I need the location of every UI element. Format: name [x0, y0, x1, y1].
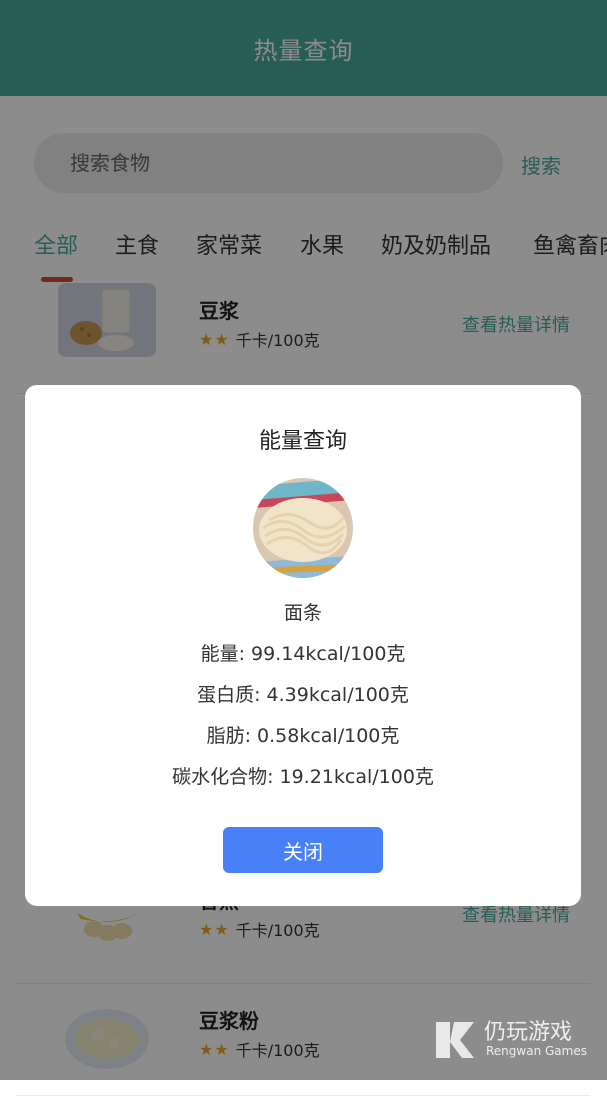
food-name: 面条: [283, 602, 322, 624]
protein-value: 蛋白质: 4.39kcal/100克: [197, 684, 409, 706]
energy-dialog: 能量查询 面条 能量: 99.14kcal/100克 蛋白质: 4.39kcal…: [25, 385, 581, 906]
fat-value: 脂肪: 0.58kcal/100克: [206, 725, 400, 747]
dialog-title: 能量查询: [258, 429, 347, 454]
carbs-value: 碳水化合物: 19.21kcal/100克: [172, 766, 434, 788]
watermark-cn-text: 仍玩游戏: [484, 1020, 573, 1045]
watermark-logo-icon: [436, 1022, 474, 1058]
food-image: [253, 478, 353, 578]
energy-value: 能量: 99.14kcal/100克: [200, 643, 406, 665]
close-button[interactable]: 关闭: [223, 827, 383, 873]
watermark-en-text: Rengwan Games: [486, 1044, 587, 1058]
watermark: 仍玩游戏 Rengwan Games: [432, 1014, 602, 1064]
